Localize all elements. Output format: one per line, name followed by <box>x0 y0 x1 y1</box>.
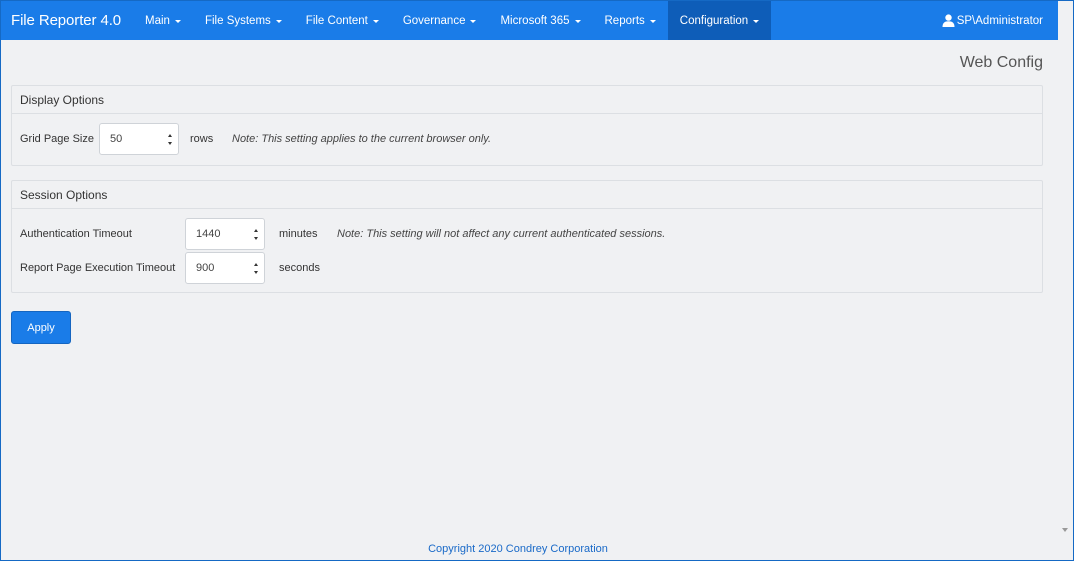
nav-governance[interactable]: Governance <box>391 1 489 40</box>
nav-file-content[interactable]: File Content <box>294 1 391 40</box>
vertical-scrollbar[interactable] <box>1058 1 1073 560</box>
grid-page-size-note: Note: This setting applies to the curren… <box>232 133 492 145</box>
top-navbar: File Reporter 4.0 Main File Systems File… <box>1 1 1059 40</box>
auth-timeout-input[interactable]: 1440 <box>185 218 265 250</box>
grid-page-size-label: Grid Page Size <box>20 133 94 145</box>
grid-page-size-stepper[interactable] <box>164 124 178 154</box>
brand-title[interactable]: File Reporter 4.0 <box>1 1 133 40</box>
caret-down-icon <box>470 20 477 23</box>
page-title: Web Config <box>959 54 1043 71</box>
grid-page-size-input[interactable]: 50 <box>99 123 179 155</box>
apply-button[interactable]: Apply <box>11 311 71 344</box>
nav-reports[interactable]: Reports <box>593 1 668 40</box>
arrow-down-icon[interactable] <box>168 142 172 145</box>
arrow-down-icon[interactable] <box>254 271 258 274</box>
caret-down-icon <box>372 20 379 23</box>
nav-configuration[interactable]: Configuration <box>667 1 772 40</box>
caret-down-icon <box>649 20 656 23</box>
scroll-down-arrow-icon[interactable] <box>1062 528 1068 532</box>
nav-file-content-label: File Content <box>305 14 368 27</box>
auth-timeout-note: Note: This setting will not affect any c… <box>337 228 666 240</box>
grid-page-size-value: 50 <box>110 133 123 145</box>
auth-timeout-value: 1440 <box>196 228 221 240</box>
arrow-up-icon[interactable] <box>254 263 258 266</box>
caret-down-icon <box>174 20 181 23</box>
report-timeout-label: Report Page Execution Timeout <box>20 262 176 274</box>
arrow-up-icon[interactable] <box>168 134 172 137</box>
caret-down-icon <box>574 20 581 23</box>
report-timeout-unit: seconds <box>279 262 320 274</box>
arrow-down-icon[interactable] <box>254 237 258 240</box>
user-name: SP\Administrator <box>956 14 1043 27</box>
footer-copyright[interactable]: Copyright 2020 Condrey Corporation <box>1 543 1035 555</box>
report-timeout-input[interactable]: 900 <box>185 252 265 284</box>
display-options-heading: Display Options <box>12 86 1042 114</box>
nav-reports-label: Reports <box>604 14 645 27</box>
auth-timeout-stepper[interactable] <box>250 219 264 249</box>
caret-down-icon <box>275 20 282 23</box>
report-timeout-stepper[interactable] <box>250 253 264 283</box>
nav-microsoft-365-label: Microsoft 365 <box>500 14 570 27</box>
user-menu[interactable]: SP\Administrator <box>942 1 1059 40</box>
nav-governance-label: Governance <box>402 14 466 27</box>
caret-down-icon <box>753 20 760 23</box>
nav-main-label: Main <box>145 14 170 27</box>
nav-file-systems[interactable]: File Systems <box>193 1 294 40</box>
nav-file-systems-label: File Systems <box>204 14 271 27</box>
nav-configuration-label: Configuration <box>679 14 749 27</box>
session-options-panel: Session Options Authentication Timeout 1… <box>11 180 1043 293</box>
user-icon <box>942 14 955 27</box>
auth-timeout-label: Authentication Timeout <box>20 228 132 240</box>
auth-timeout-unit: minutes <box>279 228 318 240</box>
app-window: File Reporter 4.0 Main File Systems File… <box>0 0 1074 561</box>
grid-page-size-unit: rows <box>190 133 214 145</box>
display-options-panel: Display Options Grid Page Size 50 rows N… <box>11 85 1043 166</box>
nav-microsoft-365[interactable]: Microsoft 365 <box>488 1 592 40</box>
arrow-up-icon[interactable] <box>254 229 258 232</box>
session-options-heading: Session Options <box>12 181 1042 209</box>
report-timeout-value: 900 <box>196 262 215 274</box>
nav-main[interactable]: Main <box>133 1 193 40</box>
